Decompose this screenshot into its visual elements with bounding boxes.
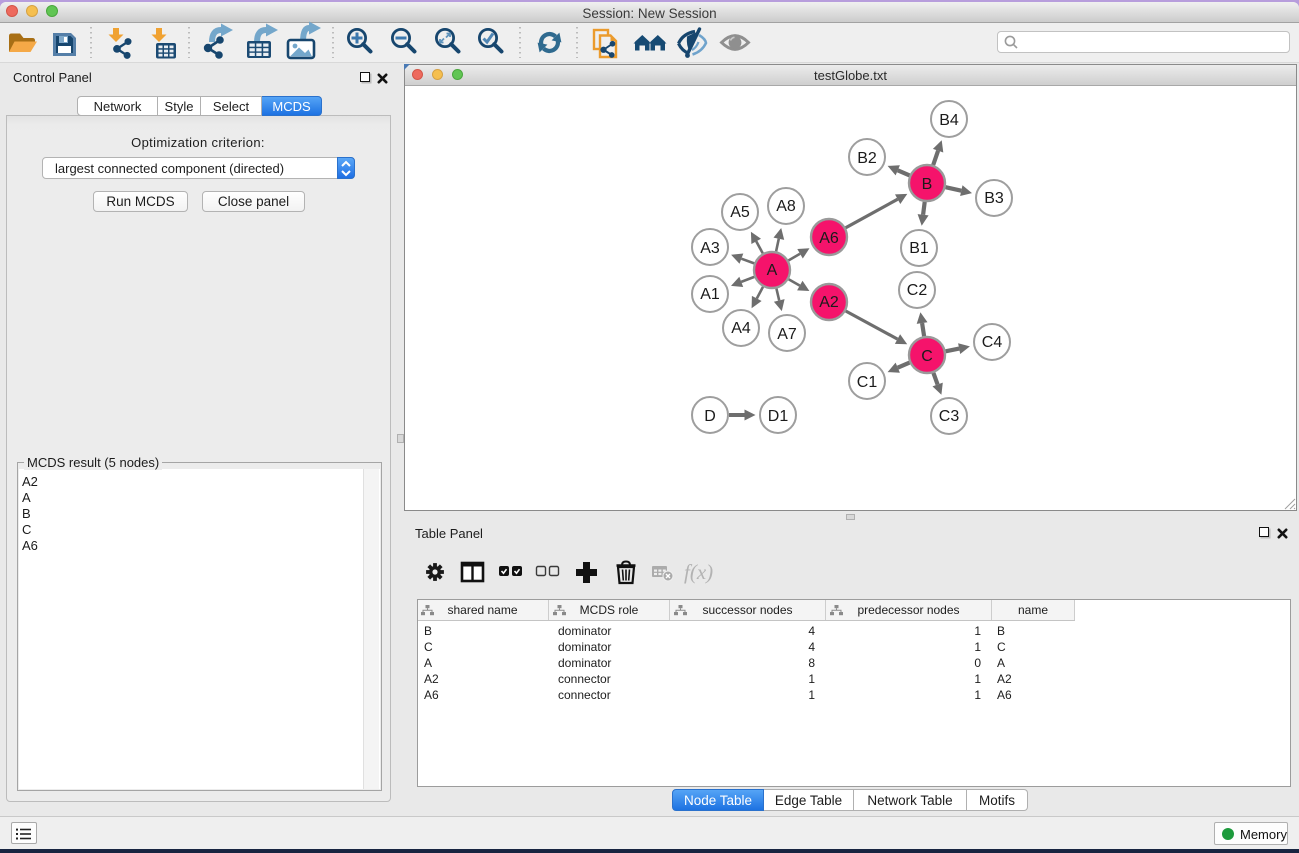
- svg-text:B2: B2: [857, 150, 877, 167]
- svg-text:B1: B1: [909, 240, 929, 257]
- svg-text:C4: C4: [982, 334, 1003, 351]
- svg-text:A1: A1: [700, 286, 720, 303]
- svg-text:D: D: [704, 408, 716, 425]
- svg-text:A8: A8: [776, 198, 796, 215]
- svg-text:C3: C3: [939, 408, 960, 425]
- svg-text:A5: A5: [730, 204, 750, 221]
- svg-text:C: C: [921, 348, 933, 365]
- svg-text:D1: D1: [768, 408, 789, 425]
- svg-text:B3: B3: [984, 190, 1004, 207]
- svg-text:A: A: [767, 262, 778, 279]
- svg-text:A4: A4: [731, 320, 751, 337]
- svg-text:A2: A2: [819, 294, 839, 311]
- svg-text:A3: A3: [700, 240, 720, 257]
- svg-text:C1: C1: [857, 374, 878, 391]
- svg-text:A6: A6: [819, 230, 839, 247]
- svg-text:B: B: [922, 176, 933, 193]
- svg-text:B4: B4: [939, 112, 959, 129]
- svg-text:A7: A7: [777, 326, 797, 343]
- svg-text:C2: C2: [907, 282, 928, 299]
